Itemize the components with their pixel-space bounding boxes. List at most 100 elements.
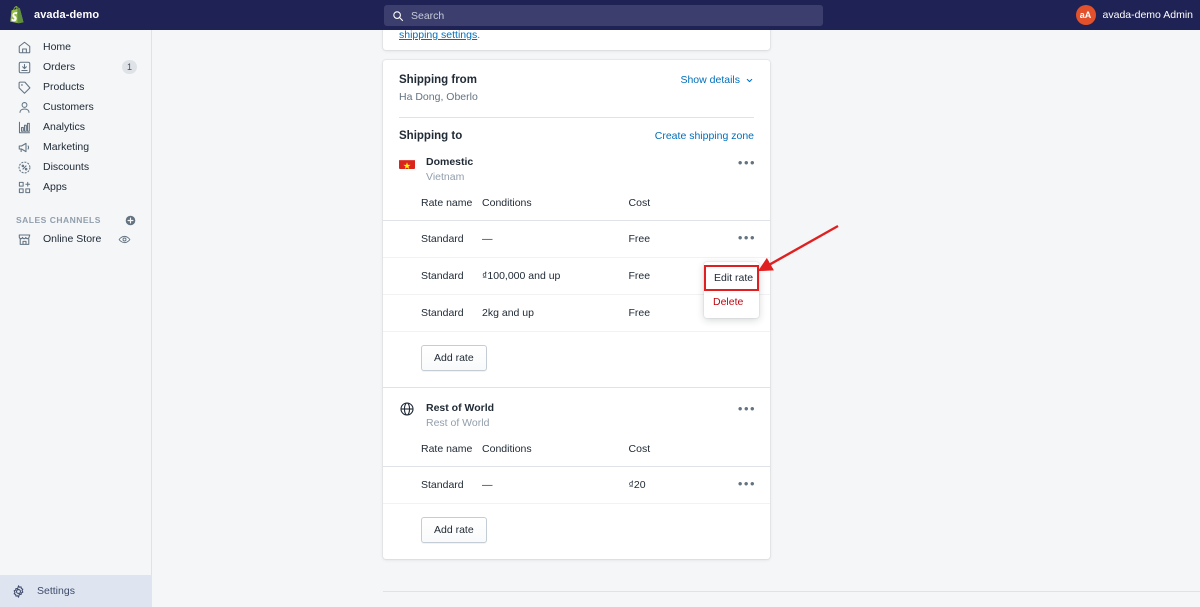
add-rate-wrapper-row: Add rate <box>383 504 770 559</box>
rate-name: Standard <box>383 257 483 295</box>
sidebar-nav: Home Orders 1 Products Customers Analyti… <box>0 30 151 249</box>
store-name: avada-demo <box>34 9 100 21</box>
sidebar-item-marketing[interactable]: Marketing <box>6 137 145 157</box>
zone-sub: Rest of World <box>426 417 490 429</box>
sidebar-item-analytics[interactable]: Analytics <box>6 117 145 137</box>
add-rate-wrapper-domestic: Add rate <box>383 332 770 387</box>
sidebar-item-apps[interactable]: Apps <box>6 177 145 197</box>
column-header-actions <box>729 197 770 221</box>
shipping-to-section: Shipping to Create shipping zone <box>383 118 770 142</box>
footer-divider <box>383 591 1200 592</box>
analytics-icon <box>16 119 33 136</box>
column-header-rate-name: Rate name <box>383 197 483 221</box>
sidebar-item-settings[interactable]: Settings <box>0 575 152 607</box>
zone-menu-button[interactable]: ••• <box>738 156 756 170</box>
apps-icon <box>16 179 33 196</box>
avatar: aA <box>1075 5 1096 25</box>
rate-conditions: 2kg and up <box>482 294 629 332</box>
sales-channels-title: SALES CHANNELS <box>16 215 101 225</box>
shipping-to-title: Shipping to <box>399 130 463 142</box>
orders-icon <box>16 59 33 76</box>
store-brand[interactable]: avada-demo <box>0 0 152 30</box>
zone-menu-button[interactable]: ••• <box>738 402 756 416</box>
zone-name: Rest of World <box>426 402 495 414</box>
rate-name: Standard <box>383 294 483 332</box>
rate-actions-popover: Edit rate Delete <box>704 262 759 318</box>
sidebar-item-label: Apps <box>43 181 67 193</box>
table-row: Standard — ₫20 ••• <box>383 466 770 504</box>
sidebar-item-label: Home <box>43 41 72 53</box>
column-header-actions <box>729 443 770 467</box>
notice-text-after: . <box>477 30 481 41</box>
shipping-settings-link[interactable]: shipping settings <box>399 30 477 41</box>
plus-circle-icon[interactable] <box>124 214 137 227</box>
sidebar-item-label: Products <box>43 81 85 93</box>
shopify-logo-icon <box>10 6 24 24</box>
column-header-cost: Cost <box>628 443 730 467</box>
store-icon <box>16 231 33 248</box>
delete-menu-item[interactable]: Delete <box>704 290 759 314</box>
account-name: avada-demo Admin <box>1102 9 1193 21</box>
shipping-profile-notice: To charge different rates for only certa… <box>383 30 770 50</box>
discounts-icon <box>16 159 33 176</box>
sidebar-item-products[interactable]: Products <box>6 77 145 97</box>
zone-name: Domestic <box>426 156 474 168</box>
sidebar-item-online-store[interactable]: Online Store <box>6 229 145 249</box>
sidebar: Home Orders 1 Products Customers Analyti… <box>0 30 152 607</box>
home-icon <box>16 39 33 56</box>
sidebar-item-label: Analytics <box>43 121 86 133</box>
products-icon <box>16 79 33 96</box>
chevron-down-icon <box>746 78 753 82</box>
gear-icon <box>10 583 27 600</box>
rate-conditions: — <box>482 466 629 504</box>
notice-text: To charge different rates for only certa… <box>399 30 754 42</box>
sidebar-item-customers[interactable]: Customers <box>6 97 145 117</box>
table-header-row: Rate name Conditions Cost <box>383 197 770 221</box>
shipping-from-address: Ha Dong, Oberlo <box>399 91 478 103</box>
shipping-from-title: Shipping from <box>399 74 477 86</box>
rest-of-world-rates-table: Rate name Conditions Cost Standard — ₫20… <box>383 443 770 504</box>
column-header-rate-name: Rate name <box>383 443 483 467</box>
table-row: Standard — Free ••• <box>383 220 770 258</box>
top-bar: avada-demo Search aA avada-demo Admin <box>0 0 1200 30</box>
add-rate-button[interactable]: Add rate <box>421 345 487 371</box>
show-details-label: Show details <box>680 74 740 86</box>
rate-conditions: ₫100,000 and up <box>482 257 629 295</box>
shipping-zone-rest-of-world: Rest of World Rest of World ••• <box>383 388 770 429</box>
edit-rate-menu-item[interactable]: Edit rate <box>704 265 759 291</box>
shipping-from-section: Shipping from Ha Dong, Oberlo Show detai… <box>383 60 770 118</box>
add-rate-button[interactable]: Add rate <box>421 517 487 543</box>
column-header-cost: Cost <box>628 197 730 221</box>
sidebar-item-label: Discounts <box>43 161 90 173</box>
sidebar-item-home[interactable]: Home <box>6 37 145 57</box>
show-details-button[interactable]: Show details <box>680 74 754 86</box>
orders-count-badge: 1 <box>122 60 137 74</box>
sidebar-item-label: Orders <box>43 61 76 73</box>
vietnam-flag-icon <box>399 158 415 169</box>
sidebar-item-orders[interactable]: Orders 1 <box>6 57 145 77</box>
rate-menu-button[interactable]: ••• <box>738 476 756 491</box>
shopify-admin-window: avada-demo Search aA avada-demo Admin Ho… <box>0 0 1200 607</box>
eye-icon[interactable] <box>114 232 135 246</box>
marketing-icon <box>16 139 33 156</box>
sidebar-item-label: Online Store <box>43 233 102 245</box>
column-header-conditions: Conditions <box>482 443 629 467</box>
rate-name: Standard <box>383 466 483 504</box>
create-shipping-zone-button[interactable]: Create shipping zone <box>655 130 754 142</box>
rate-name: Standard <box>383 220 483 258</box>
rate-conditions: — <box>482 220 629 258</box>
rate-cost: ₫20 <box>628 466 730 504</box>
settings-label: Settings <box>37 585 75 597</box>
rate-menu-button[interactable]: ••• <box>738 230 756 245</box>
main-content: To charge different rates for only certa… <box>152 30 1200 607</box>
customers-icon <box>16 99 33 116</box>
globe-icon <box>399 401 415 417</box>
sidebar-item-label: Marketing <box>43 141 90 153</box>
row-rates-wrapper: Rate name Conditions Cost Standard — ₫20… <box>383 443 770 559</box>
sidebar-item-discounts[interactable]: Discounts <box>6 157 145 177</box>
search-input[interactable]: Search <box>384 5 823 26</box>
zone-sub: Vietnam <box>426 171 465 183</box>
search-icon <box>393 10 404 21</box>
account-menu[interactable]: aA avada-demo Admin <box>1075 0 1193 30</box>
